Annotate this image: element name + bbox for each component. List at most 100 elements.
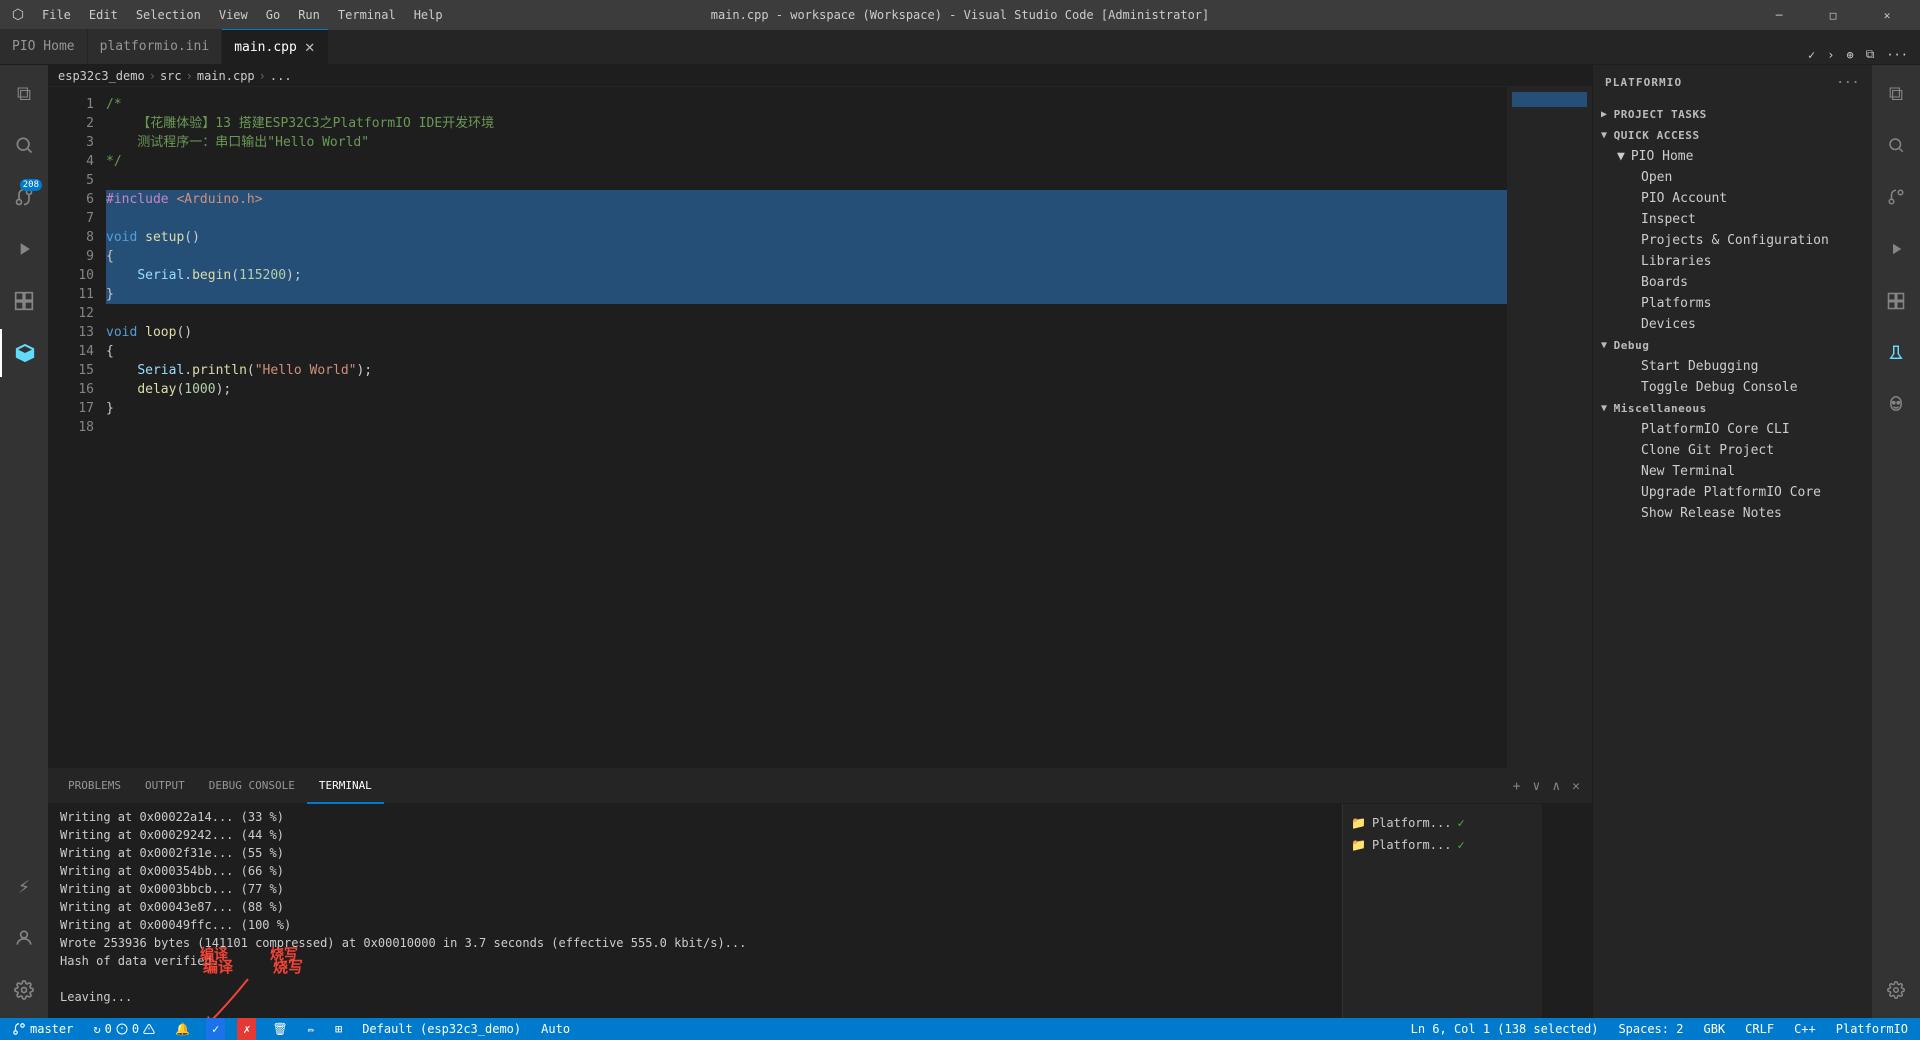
menu-item-terminal[interactable]: Terminal (330, 6, 404, 24)
breadcrumb-part-3[interactable]: main.cpp (197, 69, 255, 83)
code-line-2: 【花雕体验】13 搭建ESP32C3之PlatformIO IDE开发环境 (106, 114, 1507, 133)
right-sidebar-search[interactable] (1872, 121, 1920, 169)
tab-more-icon[interactable]: ··· (1882, 46, 1912, 64)
breadcrumb-part-1[interactable]: esp32c3_demo (58, 69, 145, 83)
status-sync[interactable]: ↻ 0 0 (89, 1018, 159, 1040)
close-button[interactable]: ✕ (1864, 0, 1910, 30)
debug-chevron: ▼ (1601, 340, 1608, 351)
status-x-mark[interactable]: ✗ (237, 1018, 256, 1040)
bottom-actions: + ∨ ∧ ✕ (1509, 775, 1584, 798)
menu-item-selection[interactable]: Selection (128, 6, 209, 24)
tab-split-icon[interactable]: ⧉ (1862, 45, 1879, 64)
status-auto[interactable]: Auto (537, 1018, 574, 1040)
debug-toggle-console[interactable]: Toggle Debug Console (1593, 377, 1872, 398)
activity-icon-scm[interactable]: 208 (0, 173, 48, 221)
right-sidebar-scm[interactable] (1872, 173, 1920, 221)
minimize-button[interactable]: ─ (1756, 0, 1802, 30)
right-sidebar-extensions[interactable] (1872, 277, 1920, 325)
terminal-chevron-up[interactable]: ∧ (1548, 775, 1564, 798)
activity-icon-explorer[interactable]: ⧉ (0, 69, 48, 117)
pio-home-item[interactable]: ▼ PIO Home (1593, 146, 1872, 167)
quick-access-open[interactable]: Open (1593, 167, 1872, 188)
misc-new-terminal[interactable]: New Terminal (1593, 461, 1872, 482)
right-sidebar-run[interactable] (1872, 225, 1920, 273)
terminal-add-button[interactable]: + (1509, 775, 1525, 798)
bottom-panel: PROBLEMS OUTPUT DEBUG CONSOLE TERMINAL +… (48, 768, 1592, 1018)
tab-output[interactable]: OUTPUT (133, 769, 197, 804)
status-platformio[interactable]: PlatformIO (1832, 1018, 1912, 1040)
misc-core-cli[interactable]: PlatformIO Core CLI (1593, 419, 1872, 440)
debug-start[interactable]: Start Debugging (1593, 356, 1872, 377)
tab-chevron-icon[interactable]: › (1823, 46, 1838, 64)
right-sidebar-explorer[interactable]: ⧉ (1872, 69, 1920, 117)
status-bell[interactable]: 🔔 (171, 1018, 194, 1040)
tab-actions: ✓ › ⊕ ⧉ ··· (1796, 45, 1920, 64)
quick-access-devices[interactable]: Devices (1593, 314, 1872, 335)
status-pencil[interactable]: ✏ (304, 1018, 319, 1040)
activity-icon-account[interactable] (0, 914, 48, 962)
tab-debug-console[interactable]: DEBUG CONSOLE (197, 769, 307, 804)
code-line-11: } (106, 285, 1507, 304)
status-line-ending[interactable]: CRLF (1741, 1018, 1778, 1040)
menu-item-file[interactable]: File (34, 6, 79, 24)
tab-bar: PIO Home platformio.ini main.cpp ✕ ✓ › ⊕… (0, 30, 1920, 65)
terminal-chevron-down[interactable]: ∨ (1529, 775, 1545, 798)
quick-access-inspect[interactable]: Inspect (1593, 209, 1872, 230)
status-default-env[interactable]: Default (esp32c3_demo) (358, 1018, 525, 1040)
tab-check-icon[interactable]: ✓ (1804, 46, 1819, 64)
section-miscellaneous[interactable]: ▼ Miscellaneous (1593, 398, 1872, 419)
status-spaces[interactable]: Spaces: 2 (1614, 1018, 1687, 1040)
section-quick-access[interactable]: ▼ QUICK ACCESS (1593, 125, 1872, 146)
terminal-split-item-2[interactable]: 📁 Platform... ✓ (1343, 834, 1542, 856)
menu-item-run[interactable]: Run (290, 6, 328, 24)
quick-access-libraries[interactable]: Libraries (1593, 251, 1872, 272)
quick-access-pio-account[interactable]: PIO Account (1593, 188, 1872, 209)
menu-item-edit[interactable]: Edit (81, 6, 126, 24)
section-debug[interactable]: ▼ Debug (1593, 335, 1872, 356)
code-content[interactable]: /* 【花雕体验】13 搭建ESP32C3之PlatformIO IDE开发环境… (98, 87, 1507, 768)
maximize-button[interactable]: □ (1810, 0, 1856, 30)
misc-release-notes[interactable]: Show Release Notes (1593, 503, 1872, 524)
status-language[interactable]: C++ (1790, 1018, 1820, 1040)
tab-main-cpp[interactable]: main.cpp ✕ (222, 29, 329, 64)
activity-icon-remote[interactable]: ⚡ (0, 862, 48, 910)
quick-access-boards[interactable]: Boards (1593, 272, 1872, 293)
terminal-split-item-1[interactable]: 📁 Platform... ✓ (1343, 812, 1542, 834)
activity-icon-extensions[interactable] (0, 277, 48, 325)
panel-more-button[interactable]: ··· (1837, 76, 1860, 89)
tab-platformio-ini[interactable]: platformio.ini (88, 29, 223, 64)
tab-problems[interactable]: PROBLEMS (56, 769, 133, 804)
quick-access-projects-config[interactable]: Projects & Configuration (1593, 230, 1872, 251)
right-sidebar-settings[interactable] (1872, 966, 1920, 1014)
right-sidebar-alien[interactable] (1872, 381, 1920, 429)
misc-upgrade[interactable]: Upgrade PlatformIO Core (1593, 482, 1872, 503)
activity-icon-run[interactable] (0, 225, 48, 273)
status-line-col[interactable]: Ln 6, Col 1 (138 selected) (1407, 1018, 1603, 1040)
activity-icon-search[interactable] (0, 121, 48, 169)
breadcrumb-part-4[interactable]: ... (270, 69, 292, 83)
activity-icon-settings[interactable] (0, 966, 48, 1014)
section-project-tasks[interactable]: ▶ PROJECT TASKS (1593, 104, 1872, 125)
activity-icon-platformio[interactable] (0, 329, 48, 377)
status-check-mark[interactable]: ✓ (206, 1018, 225, 1040)
status-encoding[interactable]: GBK (1699, 1018, 1729, 1040)
code-line-10: Serial.begin(115200); (106, 266, 1507, 285)
menu-item-help[interactable]: Help (406, 6, 451, 24)
code-editor[interactable]: 12345 678910 1112131415 161718 /* 【花雕体验】… (48, 87, 1592, 768)
menu-item-go[interactable]: Go (258, 6, 288, 24)
quick-access-platforms[interactable]: Platforms (1593, 293, 1872, 314)
tab-terminal[interactable]: TERMINAL (307, 769, 384, 804)
breadcrumb-part-2[interactable]: src (160, 69, 182, 83)
misc-clone-git[interactable]: Clone Git Project (1593, 440, 1872, 461)
scm-badge: 208 (20, 179, 42, 191)
right-sidebar-beaker[interactable] (1872, 329, 1920, 377)
tab-pin-icon[interactable]: ⊕ (1843, 46, 1858, 64)
code-line-9: { (106, 247, 1507, 266)
status-terminal-btn[interactable]: ⊞ (331, 1018, 346, 1040)
tab-main-cpp-close[interactable]: ✕ (303, 39, 317, 55)
terminal-close-button[interactable]: ✕ (1568, 775, 1584, 798)
status-trash[interactable]: 🗑 (268, 1018, 291, 1040)
tab-pio-home[interactable]: PIO Home (0, 29, 88, 64)
menu-item-view[interactable]: View (211, 6, 256, 24)
status-branch[interactable]: master (8, 1018, 77, 1040)
